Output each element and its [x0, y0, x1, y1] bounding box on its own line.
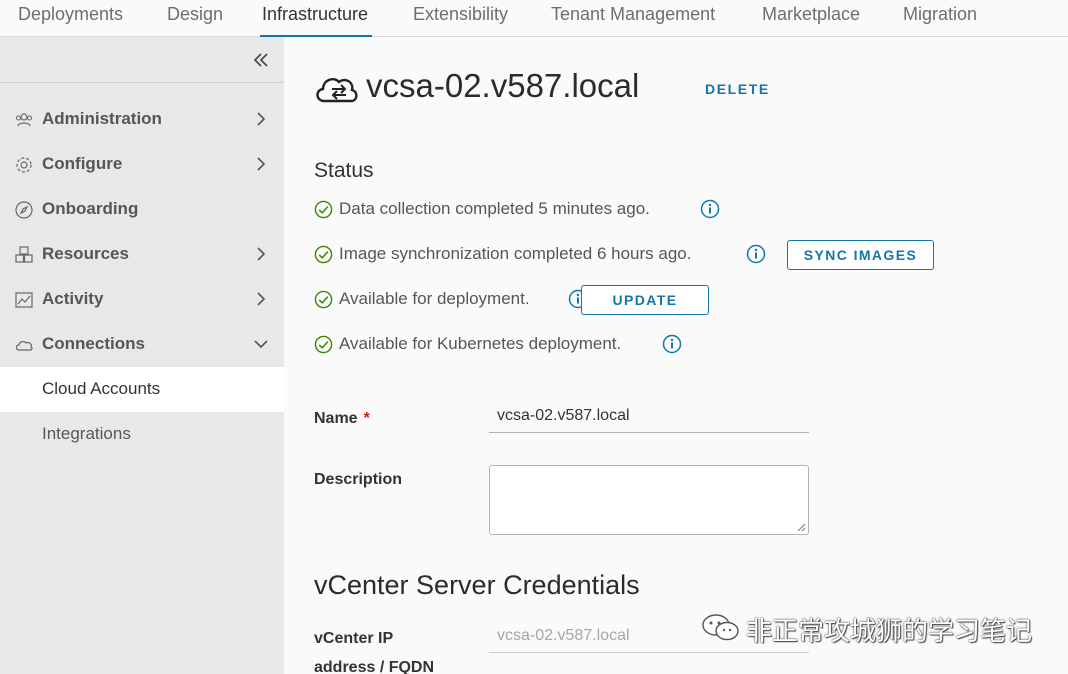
update-button[interactable]: UPDATE — [581, 285, 709, 315]
sidebar-item-connections[interactable]: Connections — [0, 322, 284, 367]
description-label: Description — [314, 471, 403, 488]
sidebar: Administration Configure Onboarding Reso… — [0, 37, 284, 674]
sidebar-item-label: Administration — [42, 109, 162, 128]
sidebar-item-activity[interactable]: Activity — [0, 277, 284, 322]
tab-migration[interactable]: Migration — [903, 0, 977, 37]
vcenter-ip-label: vCenter IP — [314, 630, 394, 647]
chevron-right-icon — [257, 157, 266, 171]
status-text: Data collection completed 5 minutes ago. — [339, 199, 650, 218]
top-nav: Deployments Design Infrastructure Extens… — [0, 0, 1068, 38]
info-icon[interactable] — [746, 244, 766, 264]
sidebar-item-onboarding[interactable]: Onboarding — [0, 187, 284, 232]
sync-images-button[interactable]: SYNC IMAGES — [787, 240, 934, 270]
tab-tenant-management[interactable]: Tenant Management — [551, 0, 715, 37]
info-icon[interactable] — [662, 334, 682, 354]
sidebar-subitem-cloud-accounts[interactable]: Cloud Accounts — [0, 367, 284, 412]
main-content: vcsa-02.v587.local DELETE Status Data co… — [284, 37, 1068, 674]
tab-deployments[interactable]: Deployments — [18, 0, 123, 37]
sidebar-collapse-bar — [0, 37, 284, 83]
chevron-right-icon — [257, 247, 266, 261]
sidebar-item-label: Onboarding — [42, 199, 139, 218]
resize-grip-icon[interactable] — [796, 522, 806, 532]
sidebar-item-administration[interactable]: Administration — [0, 97, 284, 142]
tab-extensibility[interactable]: Extensibility — [413, 0, 508, 37]
sidebar-item-label: Configure — [42, 154, 123, 173]
sidebar-subitem-label: Integrations — [42, 424, 131, 443]
compass-icon — [15, 201, 33, 219]
sidebar-subitem-label: Cloud Accounts — [42, 379, 161, 398]
check-circle-icon — [314, 335, 333, 354]
chevron-down-icon — [254, 340, 268, 349]
wechat-logo-icon — [702, 614, 739, 641]
credentials-heading: vCenter Server Credentials — [314, 570, 640, 600]
check-circle-icon — [314, 200, 333, 219]
app-window: Deployments Design Infrastructure Extens… — [0, 0, 1068, 674]
name-label: Name * — [314, 410, 370, 427]
users-icon — [16, 113, 32, 127]
sidebar-item-label: Resources — [42, 244, 129, 263]
double-chevron-left-icon[interactable] — [250, 49, 272, 71]
tab-infrastructure[interactable]: Infrastructure — [259, 0, 373, 38]
required-mark: * — [363, 410, 370, 427]
status-text: Image synchronization completed 6 hours … — [339, 244, 692, 263]
gear-icon — [16, 157, 32, 173]
sidebar-item-label: Activity — [42, 289, 104, 308]
sidebar-item-resources[interactable]: Resources — [0, 232, 284, 277]
cloud-sync-icon — [316, 78, 358, 103]
sidebar-subitem-integrations[interactable]: Integrations — [0, 412, 284, 457]
status-text: Available for deployment. — [339, 289, 530, 308]
cubes-icon — [15, 246, 33, 263]
watermark-text: 非正常攻城狮的学习笔记 — [746, 617, 1033, 647]
name-input[interactable]: vcsa-02.v587.local — [489, 405, 809, 433]
line-chart-icon — [15, 292, 33, 308]
sidebar-item-configure[interactable]: Configure — [0, 142, 284, 187]
delete-button[interactable]: DELETE — [705, 81, 770, 97]
chevron-right-icon — [257, 112, 266, 126]
vcenter-ip-label-line2: address / FQDN — [314, 659, 435, 674]
info-icon[interactable] — [700, 199, 720, 219]
tab-design[interactable]: Design — [167, 0, 223, 37]
cloud-icon — [15, 341, 33, 351]
tab-marketplace[interactable]: Marketplace — [762, 0, 860, 37]
check-circle-icon — [314, 290, 333, 309]
status-heading: Status — [314, 159, 374, 182]
description-textarea[interactable] — [489, 465, 809, 535]
status-text: Available for Kubernetes deployment. — [339, 334, 622, 353]
chevron-right-icon — [257, 292, 266, 306]
check-circle-icon — [314, 245, 333, 264]
sidebar-item-label: Connections — [42, 334, 145, 353]
page-title: vcsa-02.v587.local — [366, 67, 640, 104]
